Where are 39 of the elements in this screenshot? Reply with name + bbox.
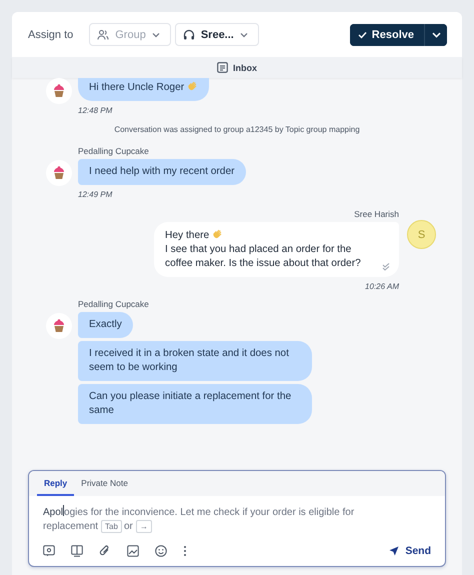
message-bubble: Hi there Uncle Roger: [78, 78, 210, 101]
compose-tab[interactable]: Private Note: [74, 471, 135, 496]
send-icon: [389, 546, 400, 556]
message-bubble: Hey there I see that you had placed an order for the coffee maker. Is the issue about that order?: [154, 222, 399, 277]
attachment-icon[interactable]: [99, 545, 111, 557]
cupcake-avatar: [46, 160, 72, 186]
inbox-label: Inbox: [233, 62, 257, 72]
canned-response-icon[interactable]: [43, 545, 55, 557]
send-button[interactable]: Send: [389, 545, 431, 557]
system-message: Conversation was assigned to group a12345 by Topic group mapping: [113, 125, 361, 134]
chevron-down-icon: [240, 32, 248, 38]
headset-icon: [182, 28, 195, 40]
sender-name: Sree Harish: [354, 209, 399, 219]
message-time: 12:49 PM: [78, 190, 112, 199]
chevron-down-icon: [432, 32, 440, 38]
reply-field[interactable]: Apologies for the inconvience. Let me check if your order is eligible for replacement Tab or →: [29, 496, 445, 537]
check-icon: [358, 30, 367, 38]
resolve-button[interactable]: Resolve: [350, 24, 425, 46]
agent-avatar: S: [407, 220, 436, 249]
message-bubble: I received it in a broken state and it does not seem to be working: [78, 341, 312, 381]
cupcake-avatar: [46, 313, 72, 339]
message-bubble: Exactly: [78, 312, 133, 338]
chevron-down-icon: [152, 32, 160, 38]
book-icon[interactable]: [71, 545, 83, 557]
assign-label: Assign to: [28, 28, 74, 40]
agent-dropdown[interactable]: Sree...: [174, 23, 259, 46]
message-time: 12:48 PM: [78, 106, 112, 115]
compose-tab[interactable]: Reply: [37, 471, 74, 496]
cupcake-avatar: [46, 78, 72, 104]
message-bubble: Can you please initiate a replacement for the same: [78, 384, 312, 424]
sender-name: Pedalling Cupcake: [78, 299, 149, 309]
image-icon[interactable]: [127, 545, 139, 557]
message-time: 10:26 AM: [365, 282, 399, 291]
group-icon: [97, 28, 110, 40]
emoji-icon[interactable]: [155, 545, 167, 557]
inbox-icon: [217, 62, 228, 73]
message-bubble: I need help with my recent order: [78, 159, 246, 185]
sender-name: Pedalling Cupcake: [78, 146, 149, 156]
more-icon[interactable]: [183, 545, 187, 557]
